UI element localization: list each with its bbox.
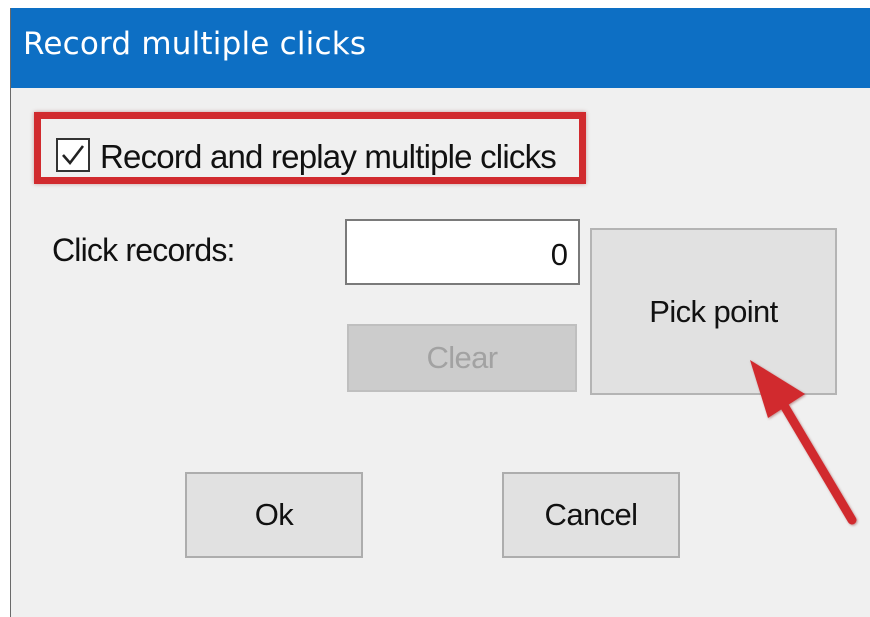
record-replay-checkbox-label[interactable]: Record and replay multiple clicks: [100, 138, 557, 176]
ok-button[interactable]: Ok: [185, 472, 363, 558]
click-records-field[interactable]: 0: [345, 219, 580, 285]
cancel-button[interactable]: Cancel: [502, 472, 680, 558]
pick-point-button[interactable]: Pick point: [590, 228, 837, 395]
dialog-title: Record multiple clicks: [23, 26, 367, 62]
title-bar[interactable]: Record multiple clicks: [11, 8, 870, 88]
record-replay-checkbox[interactable]: [56, 138, 90, 172]
click-records-value: 0: [550, 237, 568, 272]
clear-button[interactable]: Clear: [347, 324, 577, 392]
click-records-label: Click records:: [52, 232, 235, 268]
checkmark-icon: [62, 145, 85, 166]
